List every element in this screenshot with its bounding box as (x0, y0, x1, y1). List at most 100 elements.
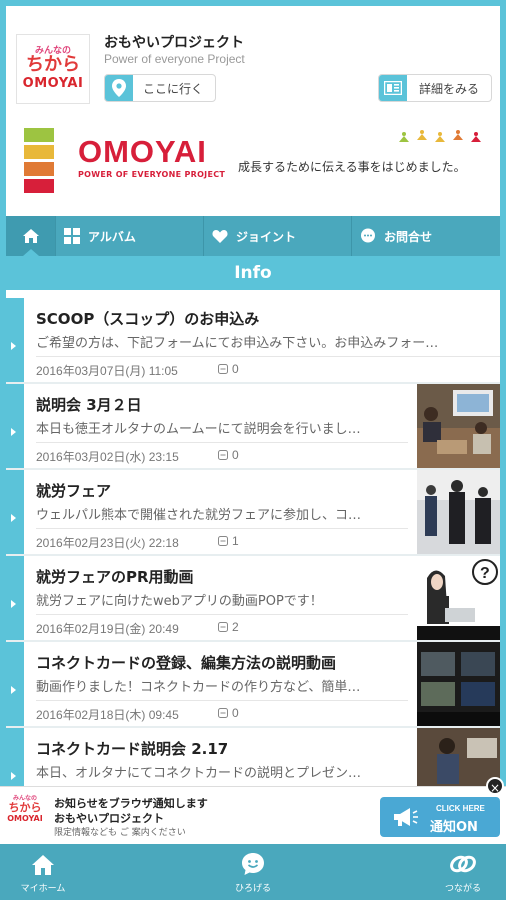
tab-my-home[interactable]: マイホーム (4, 844, 82, 900)
item-accent-bar (6, 384, 24, 468)
brand-name: OMOYAI (78, 134, 207, 169)
main-nav: アルバム ジョイント お問合せ (6, 216, 500, 256)
stripe-yellow (24, 145, 54, 159)
active-tab-pointer (23, 249, 39, 256)
push-notification-banner: みんなの ちから OMOYAI お知らせをブラウザ通知します おもやいプロジェク… (0, 777, 506, 844)
post-date: 2016年03月07日(月) 11:05 (36, 364, 178, 378)
list-item[interactable]: コネクトカードの登録、編集方法の説明動画 動画作りました！コネクトカードの作り方… (6, 642, 500, 726)
logo-bottom-text: OMOYAI (22, 76, 84, 91)
notification-logo: みんなの ちから OMOYAI (4, 793, 46, 837)
nav-joint[interactable]: ジョイント (204, 216, 352, 256)
heart-icon (212, 229, 228, 243)
app-name: おもやいプロジェクト (104, 35, 244, 51)
list-item[interactable]: 就労フェアのPR用動画 就労フェアに向けたwebアプリの動画POPです！ 201… (6, 556, 500, 640)
post-title: コネクトカード説明会 2.17 (36, 740, 229, 758)
brand-subtitle: POWER OF EVERYONE PROJECT (78, 170, 226, 179)
notification-button-small-text: CLICK HERE (436, 804, 485, 813)
post-title: 就労フェアのPR用動画 (36, 568, 194, 586)
comment-count: 0 (232, 706, 239, 720)
post-excerpt: 本日も徳王オルタナのムームーにて説明会を行いまし… (36, 422, 361, 437)
link-icon (450, 855, 476, 873)
section-title: Info (6, 256, 500, 290)
notification-logo-bottom: OMOYAI (7, 814, 43, 823)
info-card-icon (379, 75, 407, 101)
post-excerpt: ご希望の方は、下記フォームにてお申込み下さい。お申込みフォー… (36, 336, 439, 351)
nav-contact-label: お問合せ (384, 229, 433, 244)
notification-line-3: 限定情報なども ご 案内ください (54, 828, 186, 838)
comment-count: 0 (232, 448, 239, 462)
notification-on-button[interactable]: CLICK HERE 通知ON (380, 797, 500, 837)
post-date: 2016年03月02日(水) 23:15 (36, 450, 179, 464)
item-divider (36, 528, 408, 529)
post-thumbnail (417, 384, 500, 468)
list-item[interactable]: 説明会 3月２日 本日も徳王オルタナのムームーにて説明会を行いまし… 2016年… (6, 384, 500, 468)
notification-logo-mid: ちから (8, 801, 42, 814)
post-date: 2016年02月18日(木) 09:45 (36, 708, 179, 722)
goto-label: ここに行く (143, 81, 204, 96)
stripe-green (24, 128, 54, 142)
item-accent-bar (6, 470, 24, 554)
brand-logo: OMOYAI POWER OF EVERYONE PROJECT (78, 134, 225, 179)
post-title: 説明会 3月２日 (36, 396, 142, 414)
tab-my-home-label: マイホーム (20, 884, 66, 894)
chevron-right-icon (11, 600, 16, 608)
nav-album[interactable]: アルバム (56, 216, 204, 256)
stripe-red (24, 179, 54, 193)
megaphone-icon (394, 808, 418, 826)
grid-icon (64, 228, 80, 244)
post-title: 就労フェア (36, 482, 112, 500)
close-icon[interactable]: × (486, 777, 504, 795)
chevron-right-icon (11, 772, 16, 780)
detail-button[interactable]: 詳細をみる (378, 74, 492, 102)
comment-icon (218, 364, 228, 374)
app-frame: みんなの ちから OMOYAI おもやいプロジェクト Power of ever… (6, 6, 500, 840)
home-icon (32, 855, 54, 875)
banner-tagline: 成長するために伝える事をはじめました。 (238, 160, 466, 174)
item-accent-bar (6, 642, 24, 726)
chevron-right-icon (11, 342, 16, 350)
post-thumbnail: ? (417, 556, 500, 640)
comment-icon (218, 536, 228, 546)
comment-count: 2 (232, 620, 239, 634)
item-divider (36, 614, 408, 615)
map-pin-icon (105, 75, 133, 101)
item-accent-bar (6, 298, 24, 382)
app-header: みんなの ちから OMOYAI おもやいプロジェクト Power of ever… (6, 6, 500, 114)
app-subtitle: Power of everyone Project (104, 52, 245, 66)
post-excerpt: 本日、オルタナにてコネクトカードの説明とプレゼン… (36, 766, 362, 781)
smile-bubble-icon (242, 853, 264, 875)
tab-tsunagaru[interactable]: つながる (424, 844, 502, 900)
item-divider (36, 356, 500, 357)
comment-icon (218, 450, 228, 460)
item-accent-bar (6, 556, 24, 640)
nav-joint-label: ジョイント (236, 229, 297, 244)
list-item[interactable]: SCOOP（スコップ）のお申込み ご希望の方は、下記フォームにてお申込み下さい。… (6, 298, 500, 382)
people-icons (399, 130, 481, 142)
list-item[interactable]: 就労フェア ウェルパル熊本で開催された就労フェアに参加し、コ… 2016年02月… (6, 470, 500, 554)
post-date: 2016年02月23日(火) 22:18 (36, 536, 179, 550)
brand-stripes (24, 128, 54, 196)
home-icon (22, 229, 39, 243)
post-excerpt: 就労フェアに向けたwebアプリの動画POPです！ (36, 594, 323, 609)
chevron-right-icon (11, 686, 16, 694)
tab-hiroba[interactable]: ひろげる (214, 844, 292, 900)
post-thumbnail (417, 642, 500, 726)
comment-icon (218, 708, 228, 718)
post-date: 2016年02月19日(金) 20:49 (36, 622, 179, 636)
notification-line-2: おもやいプロジェクト (54, 812, 164, 825)
tab-hiroba-label: ひろげる (234, 884, 271, 894)
item-divider (36, 700, 408, 701)
tab-tsunagaru-label: つながる (444, 884, 481, 894)
post-excerpt: 動画作りました！コネクトカードの作り方など、簡単… (36, 680, 361, 695)
chevron-right-icon (11, 428, 16, 436)
nav-contact[interactable]: お問合せ (352, 216, 500, 256)
post-thumbnail (417, 470, 500, 554)
goto-button[interactable]: ここに行く (104, 74, 216, 102)
cover-banner: OMOYAI POWER OF EVERYONE PROJECT 成長するために… (6, 114, 500, 216)
post-title: コネクトカードの登録、編集方法の説明動画 (36, 654, 337, 672)
post-title: SCOOP（スコップ）のお申込み (36, 310, 260, 328)
chevron-right-icon (11, 514, 16, 522)
notification-button-label: 通知ON (430, 820, 478, 835)
detail-label: 詳細をみる (419, 81, 480, 96)
stripe-orange (24, 162, 54, 176)
